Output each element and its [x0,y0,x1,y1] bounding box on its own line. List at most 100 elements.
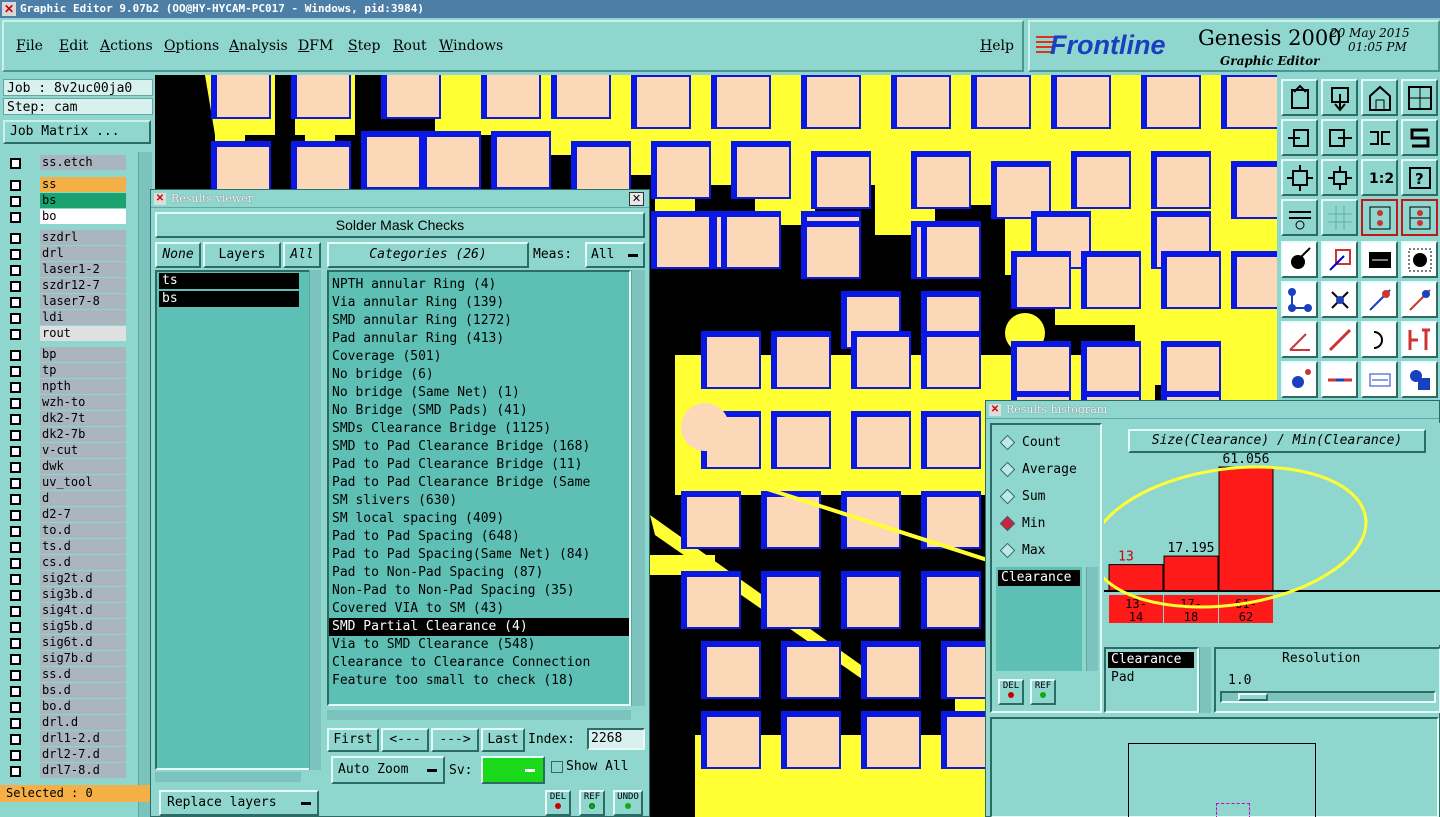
list-item[interactable]: bs [159,291,299,307]
prev-button[interactable]: <--- [381,728,429,752]
replace-layers-dropdown[interactable]: Replace layers [159,790,319,816]
layer-checkbox[interactable] [10,750,21,761]
menu-actions[interactable]: Actions [100,38,153,54]
layer-checkbox[interactable] [10,180,21,191]
category-item[interactable]: Pad to Pad Clearance Bridge (Same [329,474,629,492]
layer-name[interactable]: drl2-7.d [40,747,126,762]
tool-move-right-icon[interactable] [1321,119,1358,156]
layer-row[interactable]: sig3b.d [5,587,126,603]
layer-row[interactable]: npth [5,379,126,395]
category-item[interactable]: Via annular Ring (139) [329,294,629,312]
tool-move-left-icon[interactable] [1281,119,1318,156]
layer-name[interactable]: sig4t.d [40,603,126,618]
layer-checkbox[interactable] [10,430,21,441]
layer-checkbox[interactable] [10,558,21,569]
category-item[interactable]: SMD annular Ring (1272) [329,312,629,330]
tool-measure-icon[interactable] [1361,241,1398,278]
layer-checkbox[interactable] [10,196,21,207]
layer-checkbox[interactable] [10,366,21,377]
layer-name[interactable]: sig3b.d [40,587,126,602]
layer-name[interactable]: sig5b.d [40,619,126,634]
layer-name[interactable]: bo [40,209,126,224]
menu-step[interactable]: Step [348,38,380,54]
layer-checkbox[interactable] [10,462,21,473]
layer-name[interactable]: d [40,491,126,506]
layer-row[interactable]: v-cut [5,443,126,459]
layer-row[interactable]: dwk [5,459,126,475]
layer-checkbox[interactable] [10,510,21,521]
none-button[interactable]: None [155,242,201,268]
layer-checkbox[interactable] [10,265,21,276]
layer-row[interactable]: sig6t.d [5,635,126,651]
tool-record-icon[interactable] [1401,241,1438,278]
layer-row[interactable]: ldi [5,310,126,326]
layer-checkbox[interactable] [10,702,21,713]
layer-checkbox[interactable] [10,622,21,633]
layer-row[interactable]: ss [5,177,126,193]
layer-name[interactable]: v-cut [40,443,126,458]
job-matrix-button[interactable]: Job Matrix ... [3,120,151,144]
first-button[interactable]: First [327,728,379,752]
tool-bar-icon[interactable] [1321,361,1358,398]
list-item[interactable]: ts [159,273,299,289]
category-item[interactable]: Pad to Pad Spacing(Same Net) (84) [329,546,629,564]
histogram-bar[interactable] [1218,466,1274,592]
layer-checkbox[interactable] [10,638,21,649]
menu-windows[interactable]: Windows [439,38,503,54]
resolution-slider[interactable] [1220,691,1436,703]
layer-checkbox[interactable] [10,446,21,457]
close-icon[interactable]: ✕ [629,192,644,206]
sv-dropdown[interactable] [481,756,545,784]
ref-button[interactable]: REF [579,790,605,816]
layer-name[interactable]: bs.d [40,683,126,698]
layer-checkbox[interactable] [10,542,21,553]
layer-checkbox[interactable] [10,329,21,340]
menu-analysis[interactable]: Analysis [229,38,288,54]
layer-checkbox[interactable] [10,249,21,260]
layer-row[interactable]: bo.d [5,699,126,715]
tool-zoom-center-icon[interactable] [1321,159,1358,196]
layer-row[interactable]: szdr12-7 [5,278,126,294]
layer-name[interactable]: ss [40,177,126,192]
category-item[interactable]: No bridge (Same Net) (1) [329,384,629,402]
layer-checkbox[interactable] [10,382,21,393]
category-item[interactable]: Covered VIA to SM (43) [329,600,629,618]
layer-row[interactable]: bs [5,193,126,209]
layer-checkbox[interactable] [10,734,21,745]
layers-scrollbar[interactable] [309,270,321,770]
layer-name[interactable]: npth [40,379,126,394]
layers-hscrollbar[interactable] [155,772,301,782]
layer-checkbox[interactable] [10,350,21,361]
layer-row[interactable]: drl [5,246,126,262]
layer-name[interactable]: rout [40,326,126,341]
layer-row[interactable]: sig7b.d [5,651,126,667]
last-button[interactable]: Last [481,728,525,752]
layer-checkbox[interactable] [10,281,21,292]
layer-checkbox[interactable] [10,158,21,169]
tool-settings-icon[interactable] [1281,199,1318,236]
category-item[interactable]: Coverage (501) [329,348,629,366]
layer-name[interactable]: ts.d [40,539,126,554]
layer-row[interactable]: wzh-to [5,395,126,411]
layer-name[interactable]: drl7-8.d [40,763,126,778]
layer-checkbox[interactable] [10,718,21,729]
tool-connect-icon[interactable] [1281,281,1318,318]
layer-checkbox[interactable] [10,590,21,601]
layer-name[interactable]: ldi [40,310,126,325]
tool-arc-icon[interactable] [1361,321,1398,358]
layer-row[interactable]: laser1-2 [5,262,126,278]
next-button[interactable]: ---> [431,728,479,752]
layer-checkbox[interactable] [10,574,21,585]
tool-grid-icon[interactable] [1321,199,1358,236]
index-field[interactable]: 2268 [587,728,645,750]
layer-checkbox[interactable] [10,766,21,777]
tool-line-red-icon[interactable] [1361,281,1398,318]
tool-dimension-icon[interactable] [1361,361,1398,398]
layer-row[interactable]: sig4t.d [5,603,126,619]
layer-name[interactable]: laser1-2 [40,262,126,277]
layers-list[interactable]: ts bs [155,270,311,770]
tool-split-icon[interactable] [1401,321,1438,358]
tool-window-icon[interactable] [1401,79,1438,116]
layer-name[interactable]: sig2t.d [40,571,126,586]
tool-select-icon[interactable] [1281,241,1318,278]
